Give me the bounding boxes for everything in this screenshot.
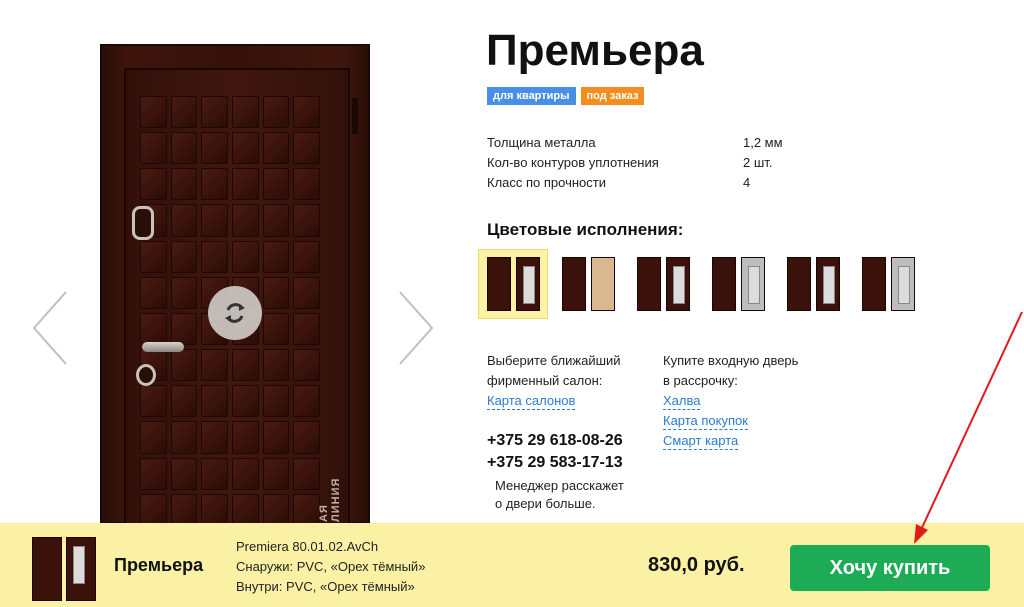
brand-watermark: АЯ ЛИНИЯ (318, 477, 342, 522)
color-swatch-1[interactable] (478, 249, 548, 319)
purchase-bar: Премьера Premiera 80.01.02.AvCh Снаружи:… (0, 523, 1024, 607)
prev-image-arrow-icon[interactable] (30, 290, 70, 366)
bar-product-thumbnail (32, 537, 96, 601)
door-lock-top (132, 206, 154, 240)
bar-inside: Внутри: PVC, «Орех тёмный» (236, 579, 415, 594)
credit-info: Купите входную дверь в рассрочку: Халва … (663, 351, 798, 451)
salon-text: Выберите ближайший (487, 353, 621, 368)
buy-button[interactable]: Хочу купить (790, 545, 990, 591)
bar-price: 830,0 руб. (648, 554, 745, 576)
red-annotation-arrow-icon (914, 311, 1023, 544)
color-swatch-2[interactable] (553, 249, 623, 319)
colors-heading: Цветовые исполнения: (487, 220, 684, 239)
bar-product-title: Премьера (114, 555, 204, 575)
spec-value: 2 шт. (743, 155, 773, 170)
spec-name: Класс по прочности (487, 175, 606, 190)
spec-name: Толщина металла (487, 135, 596, 150)
phone-number[interactable]: +375 29 618-08-26 (487, 430, 623, 452)
bar-product-details: Premiera 80.01.02.AvCh Снаружи: PVC, «Ор… (236, 537, 425, 597)
spec-row: Кол-во контуров уплотнения 2 шт. (487, 155, 783, 175)
phone-number[interactable]: +375 29 583-17-13 (487, 452, 623, 474)
badge-on-order: под заказ (580, 87, 645, 105)
credit-text: Купите входную дверь (663, 353, 799, 368)
color-swatch-3[interactable] (628, 249, 698, 319)
bar-outside: Снаружи: PVC, «Орех тёмный» (236, 559, 426, 574)
next-image-arrow-icon[interactable] (396, 290, 436, 366)
phone-list: +375 29 618-08-26 +375 29 583-17-13 (487, 430, 623, 474)
spec-row: Толщина металла 1,2 мм (487, 135, 783, 155)
color-swatches (478, 249, 923, 319)
door-lock-bottom (136, 364, 156, 386)
product-title: Премьера (486, 26, 704, 75)
spec-value: 4 (743, 175, 751, 190)
door-hinge (352, 98, 358, 134)
halva-link[interactable]: Халва (663, 393, 701, 410)
salon-map-link[interactable]: Карта салонов (487, 393, 576, 410)
door-handle (142, 342, 184, 352)
smart-card-link[interactable]: Смарт карта (663, 433, 739, 450)
credit-text: в рассрочку: (663, 373, 738, 388)
spec-value: 1,2 мм (743, 135, 783, 150)
rotate-icon (225, 303, 245, 323)
spec-name: Кол-во контуров уплотнения (487, 155, 659, 170)
manager-note: Менеджер расскажет о двери больше. (495, 478, 624, 511)
salon-text: фирменный салон: (487, 373, 603, 388)
door-image: АЯ ЛИНИЯ (100, 44, 370, 526)
color-swatch-4[interactable] (703, 249, 773, 319)
bar-model: Premiera 80.01.02.AvCh (236, 539, 379, 554)
salon-info: Выберите ближайший фирменный салон: Карт… (487, 351, 621, 411)
spec-list: Толщина металла 1,2 мм Кол-во контуров у… (487, 135, 783, 195)
rotate-view-button[interactable] (208, 286, 262, 340)
product-badges: для квартиры под заказ (487, 87, 645, 105)
purchase-card-link[interactable]: Карта покупок (663, 413, 748, 430)
badge-apartment: для квартиры (487, 87, 576, 105)
spec-row: Класс по прочности 4 (487, 175, 783, 195)
door-image-viewer[interactable]: АЯ ЛИНИЯ (100, 44, 370, 526)
color-swatch-5[interactable] (778, 249, 848, 319)
